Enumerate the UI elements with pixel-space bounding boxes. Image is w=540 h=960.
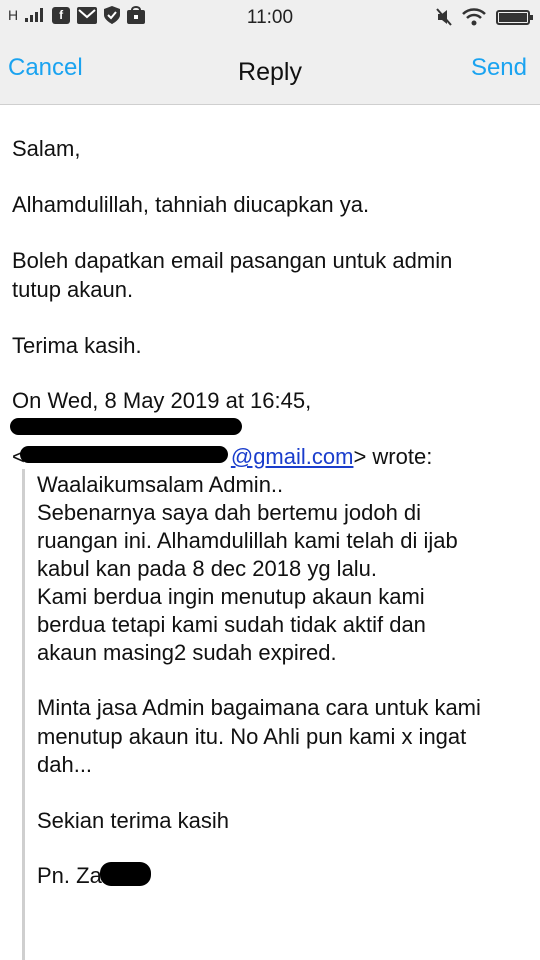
page-title: Reply (238, 58, 302, 86)
mute-icon (436, 8, 452, 26)
quoted-line: Minta jasa Admin bagaimana cara untuk ka… (37, 695, 481, 720)
quoted-line: menutup akaun itu. No Ahli pun kami x in… (37, 724, 467, 749)
redacted-signature (100, 862, 151, 886)
wrote-label: > wrote: (353, 444, 433, 469)
quoted-line: ruangan ini. Alhamdulillah kami telah di… (37, 528, 458, 553)
battery-icon (496, 9, 533, 25)
quoted-line: Waalaikumsalam Admin.. (37, 472, 284, 497)
wifi-icon (462, 8, 486, 26)
body-line: tutup akaun. (12, 277, 134, 302)
greeting-line: Salam, (12, 136, 81, 161)
email-link[interactable]: @gmail.com (231, 444, 354, 469)
body-line: Alhamdulillah, tahniah diucapkan ya. (12, 192, 370, 217)
send-button[interactable]: Send (471, 54, 527, 82)
redacted-name (10, 418, 242, 435)
quote-bar (22, 469, 25, 960)
redacted-email (20, 446, 228, 463)
quoted-line: Kami berdua ingin menutup akaun kami (37, 584, 425, 609)
status-bar: H f 11:00 (0, 0, 540, 34)
body-line: Boleh dapatkan email pasangan untuk admi… (12, 248, 453, 273)
status-right (436, 8, 533, 26)
quoted-line: Sekian terima kasih (37, 808, 229, 833)
compose-header: Cancel Reply Send (0, 34, 540, 105)
attribution-date: On Wed, 8 May 2019 at 16:45, (12, 388, 312, 413)
signature-line: Pn. Za (37, 863, 102, 888)
thanks-line: Terima kasih. (12, 333, 142, 358)
quoted-line: dah... (37, 752, 93, 777)
quoted-line: berdua tetapi kami sudah tidak aktif dan (37, 612, 426, 637)
quoted-line: Sebenarnya saya dah bertemu jodoh di (37, 500, 422, 525)
quoted-line: akaun masing2 sudah expired. (37, 640, 337, 665)
quoted-line: kabul kan pada 8 dec 2018 yg lalu. (37, 556, 378, 581)
